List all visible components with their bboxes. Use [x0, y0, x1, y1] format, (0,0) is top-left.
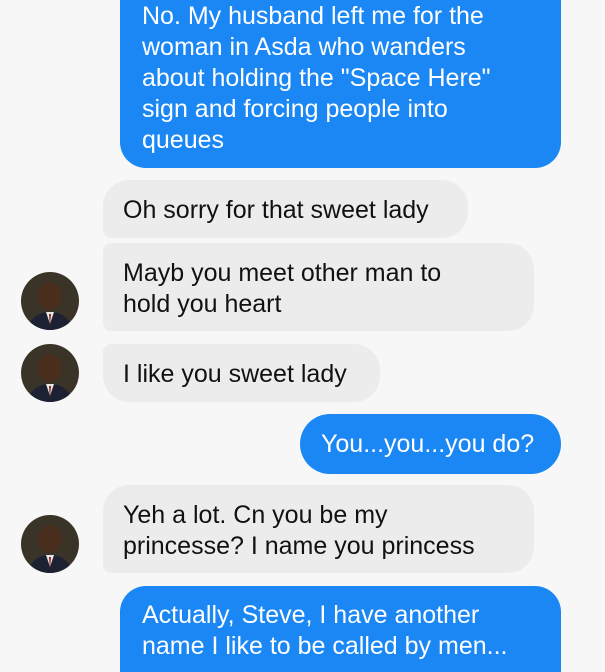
contact-avatar[interactable]	[21, 344, 79, 402]
incoming-message[interactable]: Oh sorry for that sweet lady	[103, 180, 468, 238]
conversation-thread: No. My husband left me for the woman in …	[0, 0, 605, 672]
person-avatar-icon	[21, 515, 79, 573]
outgoing-message[interactable]: No. My husband left me for the woman in …	[120, 0, 561, 168]
outgoing-message[interactable]: Actually, Steve, I have another name I l…	[120, 586, 561, 672]
incoming-message[interactable]: I like you sweet lady	[103, 344, 380, 402]
contact-avatar[interactable]	[21, 272, 79, 330]
incoming-message[interactable]: Mayb you meet other man to hold you hear…	[103, 243, 534, 331]
person-avatar-icon	[21, 272, 79, 330]
incoming-message[interactable]: Yeh a lot. Cn you be my princesse? I nam…	[103, 485, 534, 573]
outgoing-message[interactable]: You...you...you do?	[300, 414, 561, 474]
contact-avatar[interactable]	[21, 515, 79, 573]
person-avatar-icon	[21, 344, 79, 402]
